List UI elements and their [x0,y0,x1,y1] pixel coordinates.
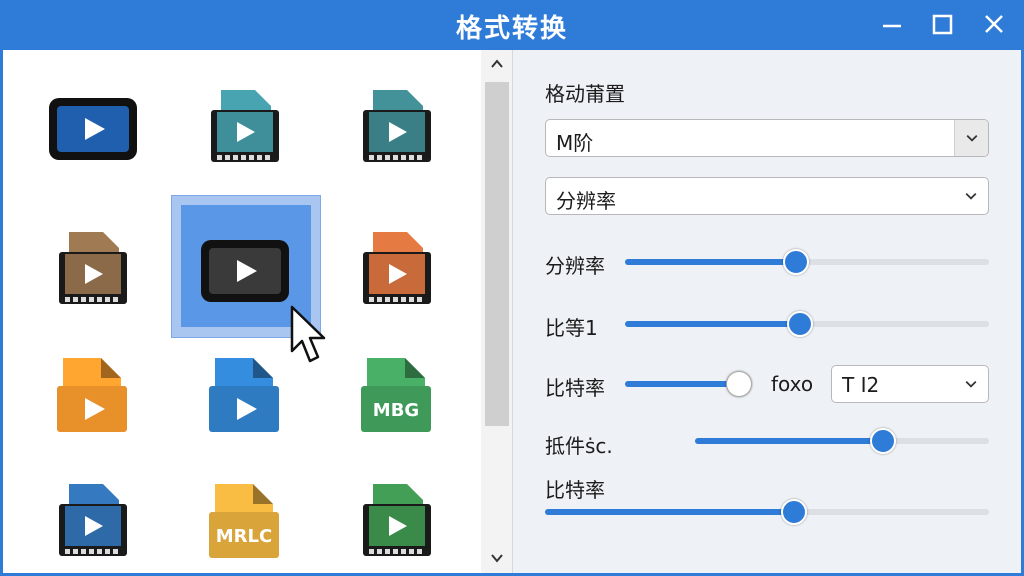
slider-fill [625,321,800,327]
ratio-slider[interactable] [625,311,989,337]
video-file-9[interactable]: MBG [349,356,445,436]
video-file-5[interactable] [197,230,293,310]
minimize-icon [883,24,901,28]
resolution-slider-label: 分辨率 [545,254,605,278]
chevron-up-icon [491,59,503,68]
chevron-down-icon [954,178,988,214]
video-file-4[interactable] [45,230,141,310]
minimize-button[interactable] [874,8,910,42]
video-file-12[interactable] [349,482,445,562]
close-icon [985,15,1003,33]
slider-knob[interactable] [726,371,752,397]
video-film-icon [59,484,127,556]
window-content: MBG MRLC 格动莆置 M阶 分辨率 分辨率 比等1 比特率 foxo T … [3,50,1021,573]
resolution-select-value: 分辨率 [556,189,616,213]
settings-heading: 格动莆置 [545,82,625,106]
svg-text:MBG: MBG [373,400,419,421]
scroll-down-button[interactable] [487,548,507,568]
video-file-icon [209,358,279,432]
resolution-select[interactable]: 分辨率 [545,177,989,215]
slider-knob[interactable] [783,249,809,275]
format-select-value: M阶 [556,131,594,155]
codec-select[interactable]: T I2 [831,365,989,403]
app-window: 格式转换 MBG MRLC 格动莆置 M阶 分辨率 分辨率 比等1 比特率 fo… [0,0,1024,576]
resolution-slider[interactable] [625,249,989,275]
format-select[interactable]: M阶 [545,119,989,157]
slider-fill [545,509,794,515]
quality-slider[interactable] [695,428,989,454]
video-file-8[interactable] [197,356,293,436]
video-file-icon: MRLC [209,484,279,558]
maximize-button[interactable] [924,8,960,42]
video-file-3[interactable] [349,88,445,168]
video-file-icon: MBG [361,358,431,432]
chevron-down-icon [491,554,503,563]
ratio-slider-label: 比等1 [545,316,598,340]
bitrate-slider[interactable] [625,371,752,397]
quality-slider-label: 抵件ṡc. [545,434,613,458]
video-file-2[interactable] [197,88,293,168]
video-file-11[interactable]: MRLC [197,482,293,562]
bitrate-slider-2-label: 比特率 [545,478,605,502]
slider-knob[interactable] [870,428,896,454]
chevron-down-icon [954,120,988,156]
video-file-7[interactable] [45,356,141,436]
video-film-icon [363,90,431,162]
bitrate-slider-2[interactable] [545,499,989,525]
chevron-down-icon [954,366,988,402]
video-file-10[interactable] [45,482,141,562]
settings-panel: 格动莆置 M阶 分辨率 分辨率 比等1 比特率 foxo T I2 抵件ṡc. … [513,50,1021,573]
video-film-icon [59,232,127,304]
slider-fill [625,259,796,265]
video-screen-icon [49,98,137,160]
svg-text:MRLC: MRLC [216,526,272,547]
mouse-pointer-icon [290,305,326,363]
codec-label: foxo [771,372,814,396]
window-title: 格式转换 [455,14,568,44]
video-file-6[interactable] [349,230,445,310]
scroll-up-button[interactable] [487,54,507,74]
video-film-icon [363,232,431,304]
bitrate-slider-label: 比特率 [545,376,605,400]
video-file-icon [57,358,127,432]
video-screen-icon [201,240,289,302]
file-grid: MBG MRLC [3,50,481,573]
slider-knob[interactable] [787,311,813,337]
slider-fill [695,438,883,444]
codec-select-value: T I2 [842,373,880,397]
slider-knob[interactable] [781,499,807,525]
video-film-icon [211,90,279,162]
scrollbar-thumb[interactable] [485,82,509,426]
maximize-icon [932,14,953,35]
title-bar[interactable]: 格式转换 [0,0,1024,50]
close-button[interactable] [976,8,1012,42]
video-film-icon [363,484,431,556]
file-grid-scrollbar[interactable] [481,50,513,573]
video-file-1[interactable] [45,88,141,168]
slider-fill [625,381,739,387]
